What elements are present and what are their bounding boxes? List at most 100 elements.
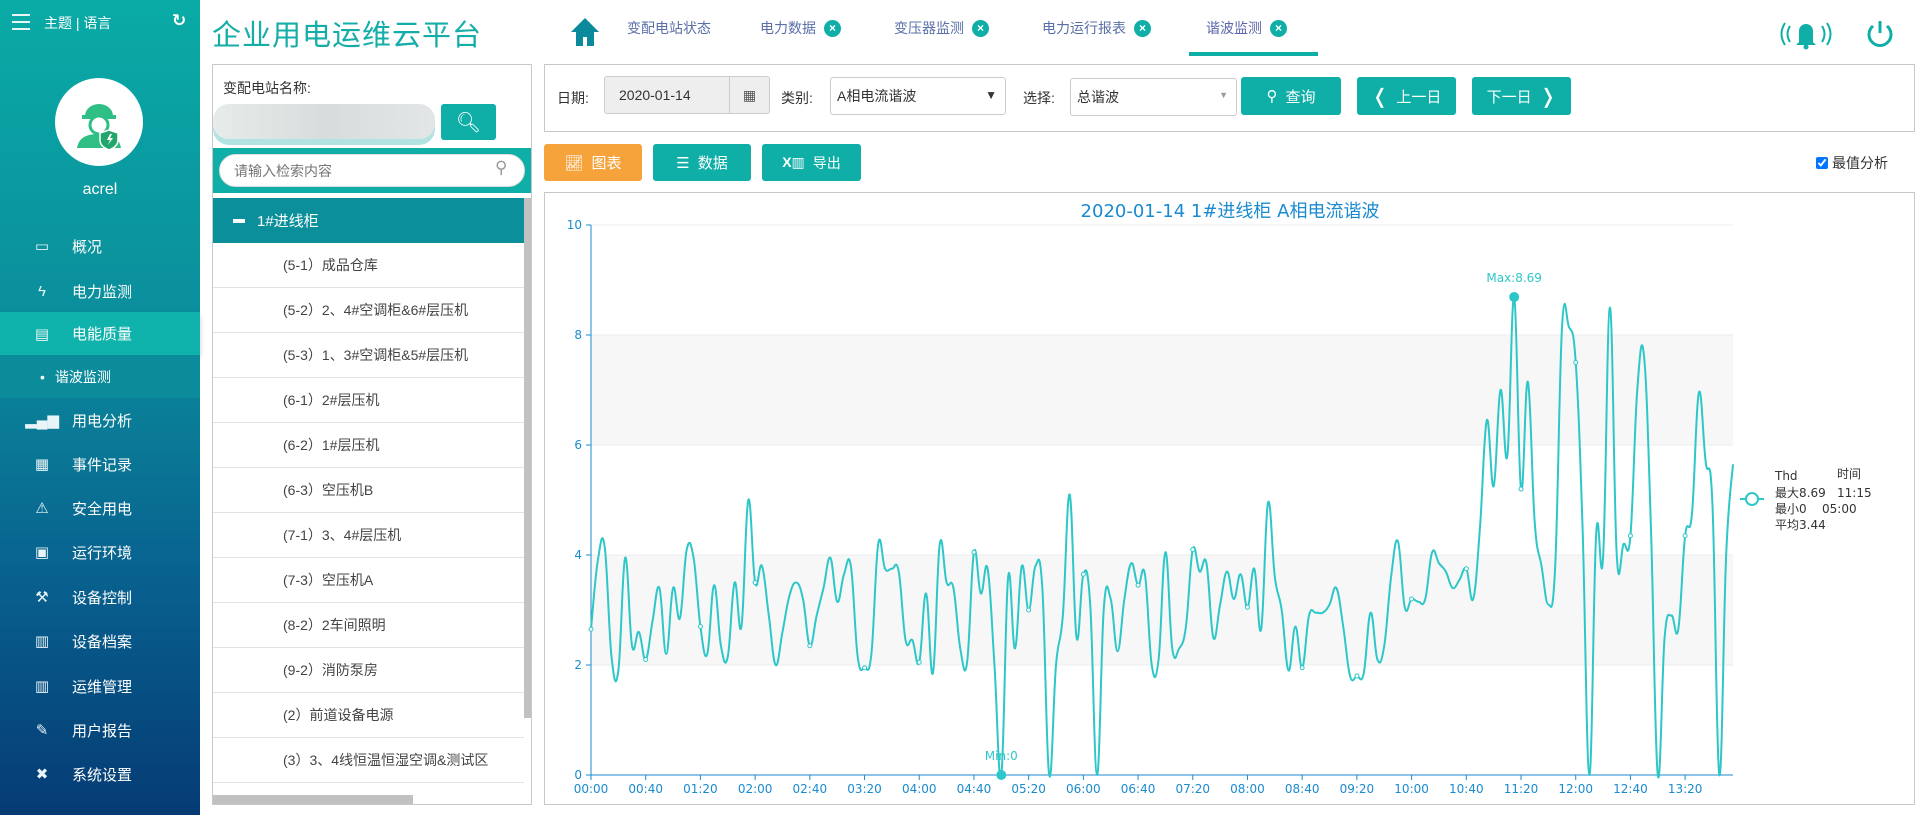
theme-language-link[interactable]: 主题 | 语言 bbox=[44, 13, 111, 33]
min-label: Min:0 bbox=[985, 749, 1018, 763]
x-tick-label: 10:40 bbox=[1449, 782, 1484, 796]
active-tab-indicator bbox=[1189, 52, 1318, 56]
close-icon[interactable]: × bbox=[824, 19, 841, 37]
y-tick-label: 6 bbox=[574, 438, 582, 452]
category-select[interactable]: A相电流谐波 ▼ bbox=[830, 77, 1006, 115]
tab-power-data[interactable]: 电力数据 × bbox=[760, 18, 841, 38]
sidebar-item-environment[interactable]: ▣ 运行环境 bbox=[0, 530, 200, 574]
max-label: Max:8.69 bbox=[1486, 271, 1542, 285]
chevron-right-icon: ❭ bbox=[1539, 85, 1557, 108]
tab-station-status[interactable]: 变配电站状态 bbox=[627, 18, 711, 38]
data-point bbox=[588, 626, 594, 632]
select-label: 选择: bbox=[1023, 90, 1055, 106]
min-marker bbox=[996, 770, 1007, 780]
alarm-bell-icon[interactable] bbox=[1778, 18, 1834, 50]
data-point bbox=[807, 643, 813, 649]
cabinet-icon: ▥ bbox=[34, 678, 50, 695]
tree-item[interactable]: (9-2）消防泵房 bbox=[213, 648, 524, 693]
menu-toggle-icon[interactable] bbox=[12, 14, 30, 30]
chart-view-button[interactable]: 📈︎ 图表 bbox=[544, 144, 642, 181]
station-search-button[interactable]: 🔍︎ bbox=[441, 104, 496, 140]
x-tick-label: 10:00 bbox=[1394, 782, 1429, 796]
sidebar-subitem-harmonic[interactable]: • 谐波监测 bbox=[0, 355, 200, 398]
x-tick-label: 08:40 bbox=[1285, 782, 1320, 796]
monitor-icon: ▭ bbox=[34, 238, 50, 255]
x-tick-label: 08:00 bbox=[1230, 782, 1265, 796]
refresh-icon[interactable]: ↻ bbox=[172, 11, 186, 31]
tree-list: 1#进线柜 (5-1）成品仓库 (5-2）2、4#空调柜&6#层压机 (5-3）1、… bbox=[213, 198, 524, 798]
legend-min: 最小0 bbox=[1775, 502, 1807, 516]
tab-operation-report[interactable]: 电力运行报表 × bbox=[1042, 18, 1151, 38]
sidebar-item-power-monitoring[interactable]: ϟ 电力监测 bbox=[0, 269, 200, 313]
tab-transformer[interactable]: 变压器监测 × bbox=[894, 18, 989, 38]
extreme-analysis-toggle[interactable]: 最值分析 bbox=[1816, 153, 1888, 173]
data-point bbox=[752, 580, 758, 585]
data-point bbox=[1518, 486, 1524, 492]
data-point bbox=[1409, 596, 1415, 602]
sidebar-item-maintenance[interactable]: ▥ 运维管理 bbox=[0, 664, 200, 708]
data-point bbox=[1682, 533, 1688, 539]
tree-item[interactable]: (5-3）1、3#空调柜&5#层压机 bbox=[213, 333, 524, 378]
sidebar-item-device-control[interactable]: ⚒ 设备控制 bbox=[0, 575, 200, 619]
y-tick-label: 8 bbox=[574, 328, 582, 342]
data-point bbox=[697, 624, 703, 629]
power-icon[interactable] bbox=[1864, 18, 1896, 50]
close-icon[interactable]: × bbox=[972, 19, 989, 37]
bar-chart-icon: ▂▄▆ bbox=[25, 412, 59, 429]
tree-item[interactable]: (7-1）3、4#层压机 bbox=[213, 513, 524, 558]
tree-root-node[interactable]: 1#进线柜 bbox=[213, 198, 524, 243]
alarm-light-icon: ⚠ bbox=[35, 500, 49, 517]
data-point bbox=[1463, 566, 1469, 572]
data-point bbox=[1190, 547, 1196, 552]
tree-item[interactable]: (2）前道设备电源 bbox=[213, 693, 524, 738]
prev-day-button[interactable]: ❬ 上一日 bbox=[1357, 77, 1456, 115]
tree-item[interactable]: (8-2）2车间照明 bbox=[213, 603, 524, 648]
collapse-icon[interactable] bbox=[233, 218, 245, 223]
search-icon[interactable]: ⚲ bbox=[495, 158, 507, 178]
tree-item[interactable]: (7-3）空压机A bbox=[213, 558, 524, 603]
search-icon: 🔍︎ bbox=[455, 111, 482, 134]
tree-search-input[interactable] bbox=[219, 154, 525, 187]
tab-harmonic[interactable]: 谐波监测 × bbox=[1206, 18, 1287, 38]
sidebar-item-usage-analysis[interactable]: ▂▄▆ 用电分析 bbox=[0, 398, 200, 442]
x-tick-label: 02:00 bbox=[738, 782, 773, 796]
close-icon[interactable]: × bbox=[1270, 19, 1287, 37]
export-button[interactable]: X▥ 导出 bbox=[762, 144, 861, 181]
app-title: 企业用电运维云平台 bbox=[212, 20, 483, 52]
sidebar-item-event-log[interactable]: ▦ 事件记录 bbox=[0, 442, 200, 486]
calendar-icon[interactable]: ▦ bbox=[729, 77, 769, 113]
next-day-button[interactable]: 下一日 ❭ bbox=[1472, 77, 1571, 115]
sidebar-item-power-quality[interactable]: ▤ 电能质量 bbox=[0, 312, 200, 355]
tree-item[interactable]: (6-3）空压机B bbox=[213, 468, 524, 513]
x-tick-label: 00:00 bbox=[574, 782, 609, 796]
sidebar-item-settings[interactable]: ✖ 系统设置 bbox=[0, 752, 200, 796]
excel-icon: X▥ bbox=[782, 154, 805, 170]
date-label: 日期: bbox=[557, 90, 589, 106]
tree-search-bar: ⚲ bbox=[213, 148, 531, 193]
chevron-down-icon: ▼ bbox=[985, 88, 997, 102]
sidebar-item-device-archive[interactable]: ▥ 设备档案 bbox=[0, 619, 200, 663]
lightning-icon: ϟ bbox=[38, 282, 46, 300]
sidebar-item-user-report[interactable]: ✎ 用户报告 bbox=[0, 708, 200, 752]
legend-max-time: 11:15 bbox=[1837, 486, 1872, 500]
tree-item[interactable]: (3）3、4线恒温恒湿空调&测试区 bbox=[213, 738, 524, 783]
sidebar-item-overview[interactable]: ▭ 概况 bbox=[0, 224, 200, 268]
extreme-analysis-checkbox[interactable] bbox=[1816, 157, 1828, 169]
tree-item[interactable]: (5-2）2、4#空调柜&6#层压机 bbox=[213, 288, 524, 333]
data-view-button[interactable]: ☰ 数据 bbox=[653, 144, 751, 181]
x-tick-label: 07:20 bbox=[1175, 782, 1210, 796]
date-input[interactable]: 2020-01-14 ▦ bbox=[604, 76, 770, 114]
tree-item[interactable]: (6-2）1#层压机 bbox=[213, 423, 524, 468]
horizontal-scrollbar[interactable] bbox=[213, 795, 413, 804]
tree-item[interactable]: (6-1）2#层压机 bbox=[213, 378, 524, 423]
close-icon[interactable]: × bbox=[1134, 19, 1151, 37]
query-button[interactable]: ⚲ 查询 bbox=[1241, 77, 1341, 115]
home-icon[interactable] bbox=[570, 16, 600, 48]
harmonic-select[interactable]: 总谐波 ▼ bbox=[1070, 78, 1237, 116]
vertical-scrollbar[interactable] bbox=[524, 198, 531, 718]
y-tick-label: 4 bbox=[574, 548, 582, 562]
sidebar-item-safety[interactable]: ⚠ 安全用电 bbox=[0, 486, 200, 530]
station-input[interactable] bbox=[213, 104, 435, 139]
tree-item[interactable]: (5-1）成品仓库 bbox=[213, 243, 524, 288]
data-point bbox=[1299, 665, 1305, 671]
